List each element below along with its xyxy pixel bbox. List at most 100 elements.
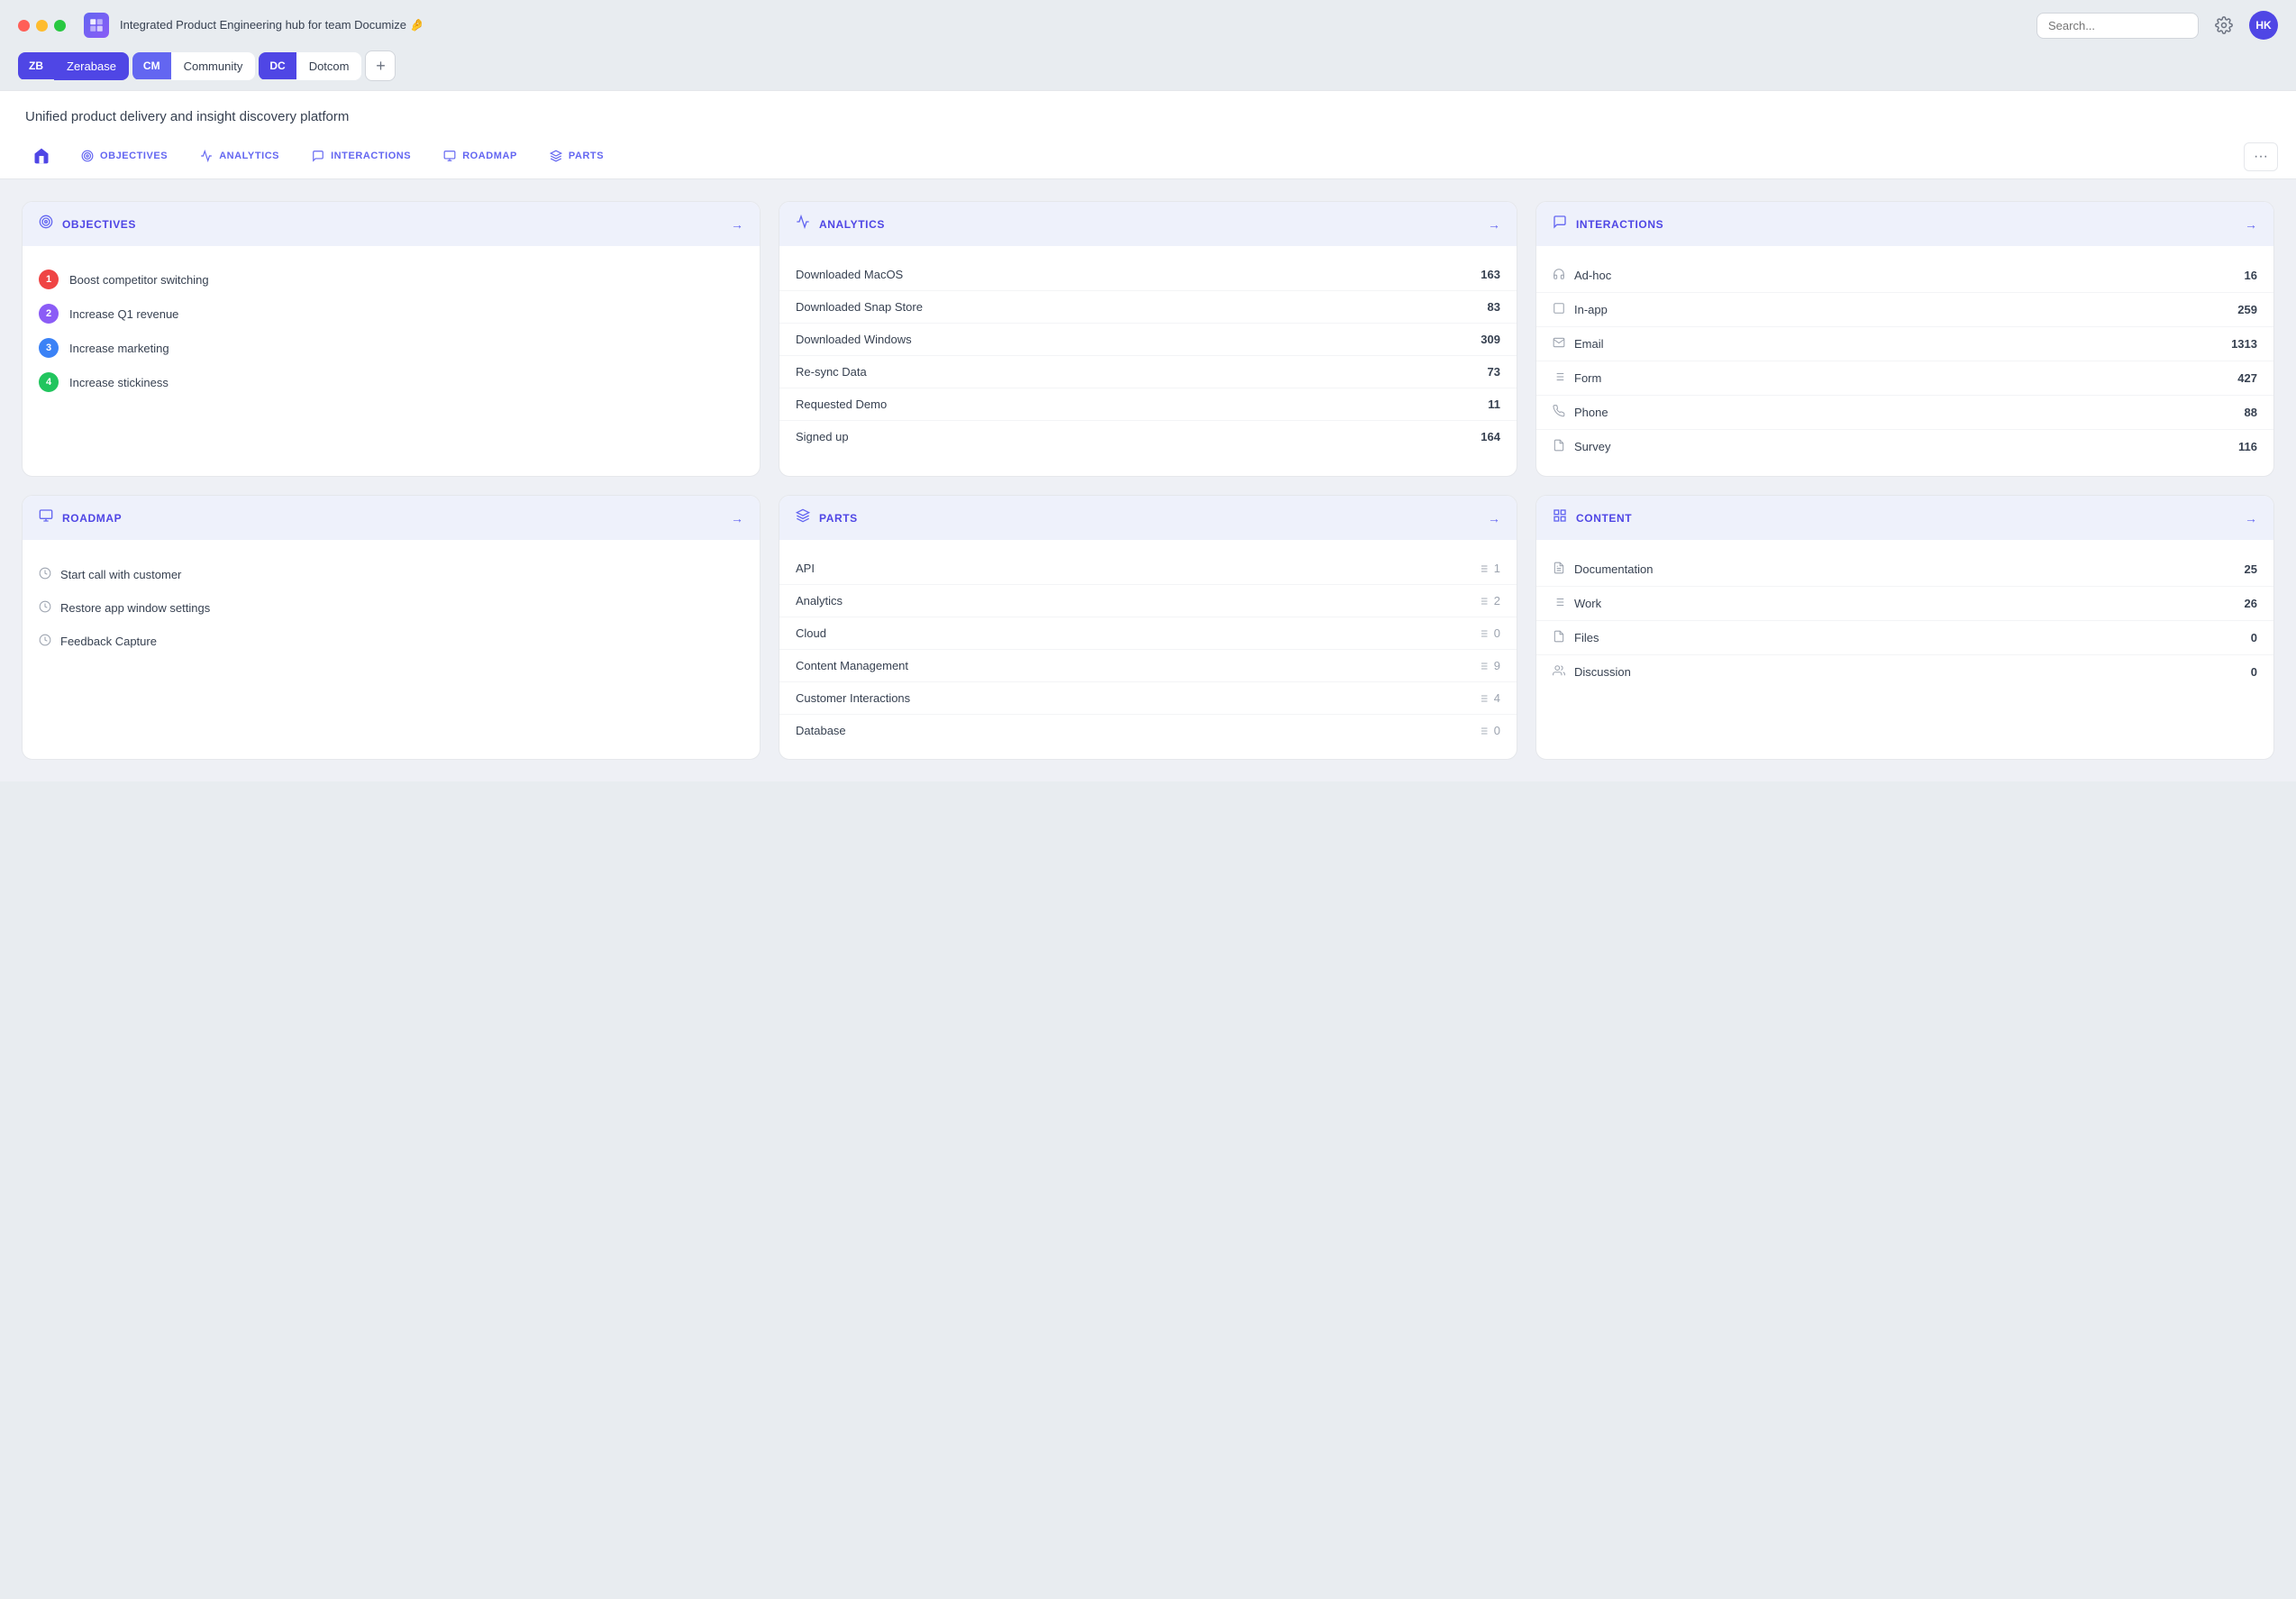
objectives-arrow[interactable]: → bbox=[731, 217, 743, 232]
analytics-label-5: Requested Demo bbox=[796, 397, 887, 411]
add-tab-button[interactable]: + bbox=[365, 50, 396, 81]
nav-parts[interactable]: PARTS bbox=[533, 135, 620, 178]
nav-more-button[interactable]: ··· bbox=[2244, 142, 2278, 171]
parts-right-3: 0 bbox=[1478, 626, 1500, 640]
parts-label-6: Database bbox=[796, 724, 846, 737]
analytics-item-5: Requested Demo 11 bbox=[779, 388, 1517, 421]
avatar[interactable]: HK bbox=[2249, 11, 2278, 40]
analytics-count-5: 11 bbox=[1488, 397, 1500, 411]
analytics-label-4: Re-sync Data bbox=[796, 365, 867, 379]
tab-zerabase[interactable]: ZB Zerabase bbox=[18, 52, 129, 80]
discussion-icon bbox=[1553, 664, 1565, 680]
nav-home-button[interactable] bbox=[18, 136, 65, 178]
tab-dotcom[interactable]: DC Dotcom bbox=[259, 52, 361, 80]
interaction-item-5: Phone 88 bbox=[1536, 396, 2273, 430]
roadmap-item-1: Start call with customer bbox=[39, 558, 743, 591]
close-button[interactable] bbox=[18, 20, 30, 32]
analytics-item-6: Signed up 164 bbox=[779, 421, 1517, 452]
analytics-list: Downloaded MacOS 163 Downloaded Snap Sto… bbox=[779, 259, 1517, 452]
interaction-item-1: Ad-hoc 16 bbox=[1536, 259, 2273, 293]
phone-icon bbox=[1553, 405, 1565, 420]
content-label-1: Documentation bbox=[1574, 562, 1653, 576]
parts-label-4: Content Management bbox=[796, 659, 908, 672]
roadmap-list: Start call with customer Restore app win… bbox=[23, 553, 760, 663]
objective-item-4: 4 Increase stickiness bbox=[39, 365, 743, 399]
parts-right-5: 4 bbox=[1478, 691, 1500, 705]
analytics-arrow[interactable]: → bbox=[1488, 217, 1500, 232]
work-icon bbox=[1553, 596, 1565, 611]
parts-card: PARTS → API 1 An bbox=[779, 495, 1517, 760]
analytics-count-4: 73 bbox=[1488, 365, 1500, 379]
minimize-button[interactable] bbox=[36, 20, 48, 32]
parts-right-1: 1 bbox=[1478, 562, 1500, 575]
nav-analytics-label: ANALYTICS bbox=[219, 151, 279, 161]
main-content: Unified product delivery and insight dis… bbox=[0, 90, 2296, 781]
roadmap-item-2: Restore app window settings bbox=[39, 591, 743, 625]
interaction-label-2: In-app bbox=[1574, 303, 1608, 316]
analytics-item-1: Downloaded MacOS 163 bbox=[779, 259, 1517, 291]
objective-text-2: Increase Q1 revenue bbox=[69, 307, 178, 321]
nav-objectives[interactable]: OBJECTIVES bbox=[65, 135, 184, 178]
analytics-icon bbox=[796, 215, 810, 233]
tab-label-community: Community bbox=[171, 52, 256, 80]
interaction-count-6: 116 bbox=[2238, 440, 2257, 453]
content-item-4: Discussion 0 bbox=[1536, 655, 2273, 689]
objectives-card: OBJECTIVES → 1 Boost competitor switchin… bbox=[22, 201, 761, 477]
interactions-icon bbox=[1553, 215, 1567, 233]
content-arrow[interactable]: → bbox=[2245, 511, 2257, 525]
roadmap-arrow[interactable]: → bbox=[731, 511, 743, 525]
parts-item-1: API 1 bbox=[779, 553, 1517, 585]
roadmap-card: ROADMAP → Start call with customer bbox=[22, 495, 761, 760]
content-title: CONTENT bbox=[1576, 512, 1632, 525]
content-item-3: Files 0 bbox=[1536, 621, 2273, 655]
settings-button[interactable] bbox=[2209, 11, 2238, 40]
objective-num-2: 2 bbox=[39, 304, 59, 324]
email-icon bbox=[1553, 336, 1565, 352]
interaction-count-2: 259 bbox=[2237, 303, 2257, 316]
objectives-list: 1 Boost competitor switching 2 Increase … bbox=[23, 259, 760, 403]
content-label-4: Discussion bbox=[1574, 665, 1631, 679]
analytics-count-1: 163 bbox=[1481, 268, 1500, 281]
objectives-body: 1 Boost competitor switching 2 Increase … bbox=[23, 246, 760, 416]
form-icon bbox=[1553, 370, 1565, 386]
interaction-item-6: Survey 116 bbox=[1536, 430, 2273, 463]
interaction-count-5: 88 bbox=[2245, 406, 2257, 419]
roadmap-title: ROADMAP bbox=[62, 512, 122, 525]
nav-analytics[interactable]: ANALYTICS bbox=[184, 135, 296, 178]
nav-interactions[interactable]: INTERACTIONS bbox=[296, 135, 427, 178]
objective-text-3: Increase marketing bbox=[69, 342, 169, 355]
nav-roadmap[interactable]: ROADMAP bbox=[427, 135, 533, 178]
content-count-4: 0 bbox=[2251, 665, 2257, 679]
content-count-2: 26 bbox=[2245, 597, 2257, 610]
parts-item-4: Content Management 9 bbox=[779, 650, 1517, 682]
content-body: Documentation 25 Work 26 bbox=[1536, 540, 2273, 701]
content-count-1: 25 bbox=[2245, 562, 2257, 576]
tab-badge-cm: CM bbox=[132, 52, 171, 79]
analytics-body: Downloaded MacOS 163 Downloaded Snap Sto… bbox=[779, 246, 1517, 465]
nav-parts-label: PARTS bbox=[569, 151, 604, 161]
analytics-item-4: Re-sync Data 73 bbox=[779, 356, 1517, 388]
objective-text-4: Increase stickiness bbox=[69, 376, 169, 389]
content-icon bbox=[1553, 508, 1567, 527]
parts-card-header: PARTS → bbox=[779, 496, 1517, 540]
interactions-arrow[interactable]: → bbox=[2245, 217, 2257, 232]
interactions-card: INTERACTIONS → Ad-hoc 16 bbox=[1535, 201, 2274, 477]
app-icon bbox=[84, 13, 109, 38]
analytics-title: ANALYTICS bbox=[819, 218, 885, 231]
interactions-body: Ad-hoc 16 In-app 259 bbox=[1536, 246, 2273, 476]
tab-community[interactable]: CM Community bbox=[132, 52, 255, 80]
objective-item-1: 1 Boost competitor switching bbox=[39, 262, 743, 297]
parts-right-4: 9 bbox=[1478, 659, 1500, 672]
analytics-count-3: 309 bbox=[1481, 333, 1500, 346]
search-input[interactable] bbox=[2036, 13, 2199, 39]
interaction-label-5: Phone bbox=[1574, 406, 1608, 419]
nav-interactions-label: INTERACTIONS bbox=[331, 151, 411, 161]
nav-bar: OBJECTIVES ANALYTICS INTERACTIONS ROADMA… bbox=[0, 135, 2296, 179]
objective-num-1: 1 bbox=[39, 270, 59, 289]
interaction-item-4: Form 427 bbox=[1536, 361, 2273, 396]
parts-arrow[interactable]: → bbox=[1488, 511, 1500, 525]
app-title: Integrated Product Engineering hub for t… bbox=[120, 18, 2026, 32]
maximize-button[interactable] bbox=[54, 20, 66, 32]
roadmap-text-2: Restore app window settings bbox=[60, 601, 210, 615]
roadmap-clock-icon-2 bbox=[39, 600, 51, 616]
